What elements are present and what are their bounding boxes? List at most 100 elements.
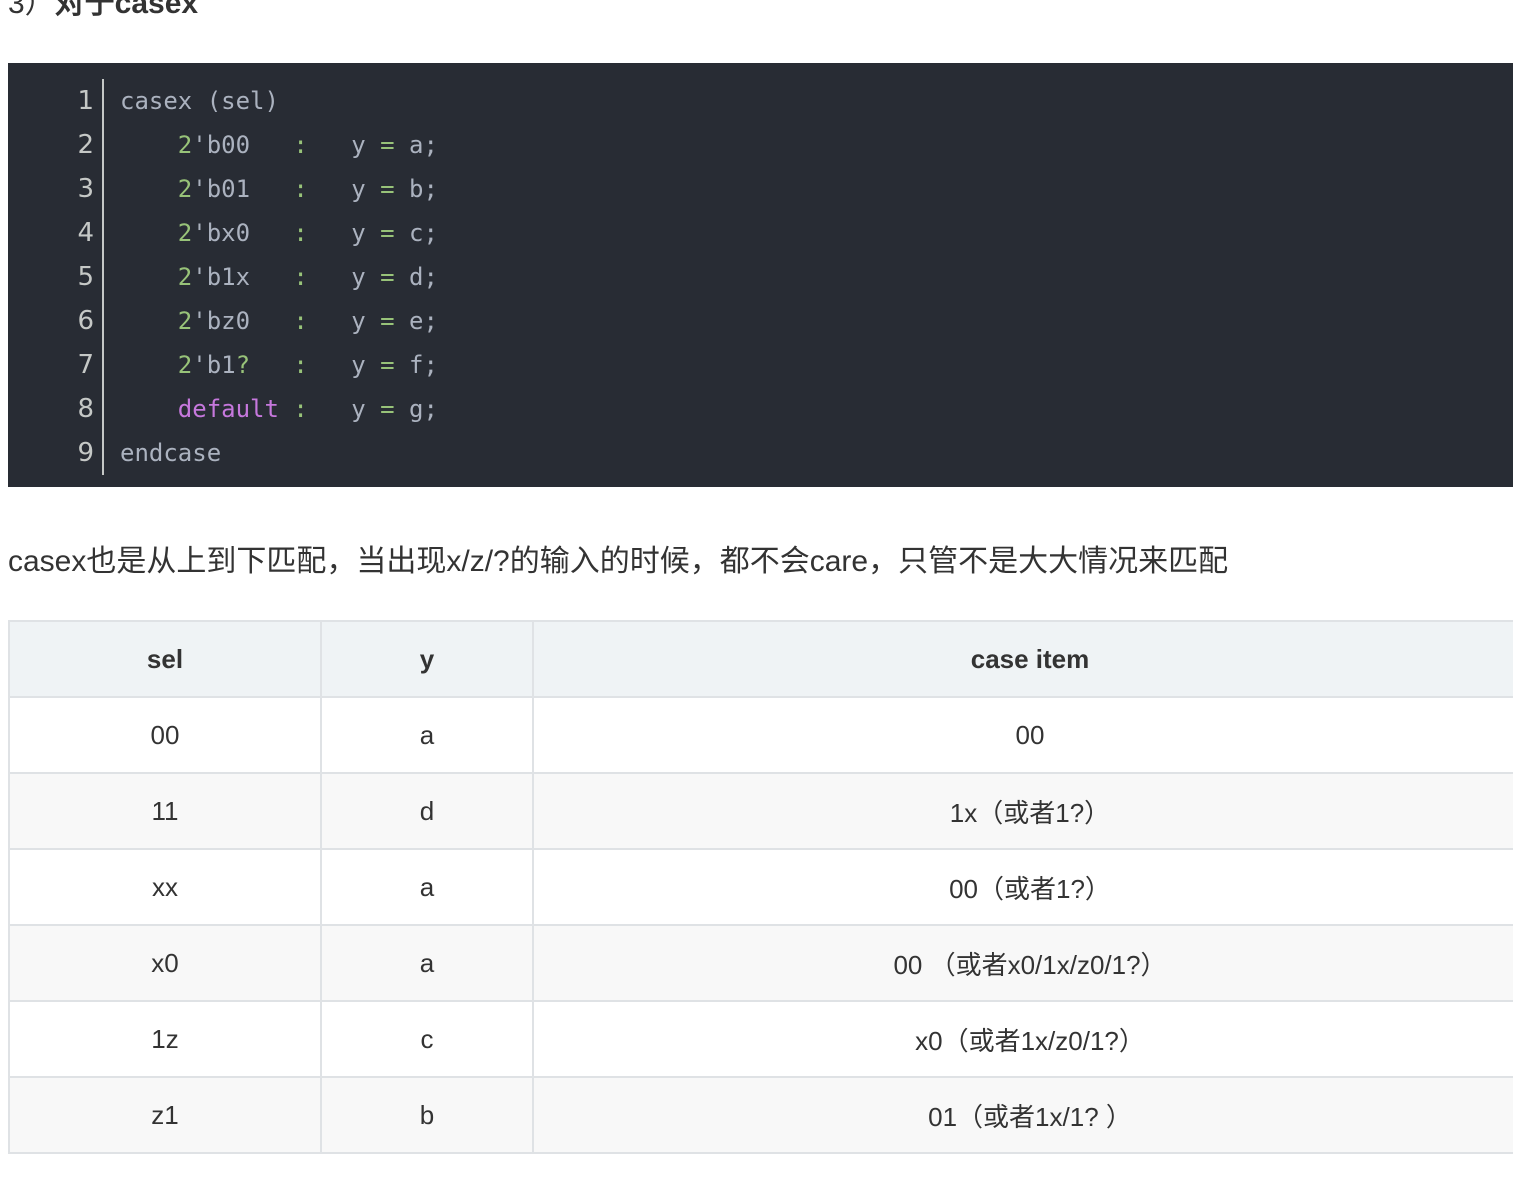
cell-sel: 00 <box>8 696 322 774</box>
code-token: casex (sel) <box>120 87 279 115</box>
table-row: 00 a 00 <box>8 696 1513 774</box>
description-paragraph: casex也是从上到下匹配，当出现x/z/?的输入的时候，都不会care，只管不… <box>8 545 1229 578</box>
code-token: endcase <box>120 439 222 467</box>
code-token: y <box>307 263 381 291</box>
code-token: y <box>307 307 381 335</box>
code-token: 'b01 <box>192 175 251 203</box>
code-line: casex (sel) <box>120 79 1513 123</box>
cell-y: c <box>320 1000 534 1078</box>
cell-y: d <box>320 772 534 850</box>
code-token: y <box>307 175 381 203</box>
line-number: 7 <box>77 350 94 380</box>
code-lines: casex (sel) 2'b00 : y = a; 2'b01 : y = b… <box>120 79 1513 475</box>
code-token: g; <box>394 395 438 423</box>
code-line: endcase <box>120 431 1513 475</box>
cell-y: a <box>320 848 534 926</box>
code-line: 2'b1? : y = f; <box>120 343 1513 387</box>
table-row: 11 d 1x（或者1?） <box>8 772 1513 850</box>
code-token: y <box>307 395 381 423</box>
casex-table: sel y case item 00 a 00 11 d 1x（或者1?） xx a 00（或者… <box>8 620 1513 1154</box>
code-token: 2 <box>177 307 193 335</box>
code-token: default <box>177 395 279 423</box>
cell-y: a <box>320 696 534 774</box>
code-token: = <box>380 351 395 379</box>
section-title: 对于casex <box>54 0 199 20</box>
table-header-row: sel y case item <box>8 620 1513 698</box>
line-number: 3 <box>77 174 94 204</box>
code-token: 'bx0 <box>192 219 251 247</box>
line-number: 8 <box>77 394 94 424</box>
code-token: = <box>380 263 395 291</box>
code-token: = <box>380 131 395 159</box>
code-token: : <box>293 263 308 291</box>
cell-case-item: 00 <box>532 696 1513 774</box>
line-number: 9 <box>77 438 94 468</box>
code-token: c; <box>394 219 438 247</box>
code-token: y <box>307 351 381 379</box>
cell-y: a <box>320 924 534 1002</box>
code-token: : <box>293 307 308 335</box>
cell-case-item: 00（或者1?） <box>532 848 1513 926</box>
code-token: : <box>293 351 308 379</box>
code-token: ? <box>235 351 251 379</box>
code-block: 123456789 casex (sel) 2'b00 : y = a; 2'b… <box>8 63 1513 487</box>
table-row: z1 b 01（或者1x/1? ） <box>8 1076 1513 1154</box>
code-token: = <box>380 219 395 247</box>
code-line: 2'bz0 : y = e; <box>120 299 1513 343</box>
code-line: 2'b01 : y = b; <box>120 167 1513 211</box>
code-line: 2'bx0 : y = c; <box>120 211 1513 255</box>
line-number-gutter: 1 2 3 4 5 6 7 8 9 <box>8 79 104 475</box>
code-token: 'bz0 <box>192 307 251 335</box>
cell-sel: 1z <box>8 1000 322 1078</box>
code-token: : <box>293 175 308 203</box>
cell-case-item: 1x（或者1?） <box>532 772 1513 850</box>
cell-sel: xx <box>8 848 322 926</box>
cell-case-item: x0（或者1x/z0/1?） <box>532 1000 1513 1078</box>
cell-case-item: 01（或者1x/1? ） <box>532 1076 1513 1154</box>
code-token: 2 <box>177 131 193 159</box>
code-token: = <box>380 175 395 203</box>
table-body: 00 a 00 11 d 1x（或者1?） xx a 00（或者1?） x0 a 00 （或者x0/1… <box>8 696 1513 1154</box>
code-token: y <box>307 131 381 159</box>
code-token: f; <box>394 351 438 379</box>
code-token: 'b00 <box>192 131 251 159</box>
code-token: = <box>380 395 395 423</box>
code-line: 2'b1x : y = d; <box>120 255 1513 299</box>
section-heading: 3）对于casex <box>8 0 198 22</box>
code-token: a; <box>394 131 438 159</box>
line-number: 4 <box>77 218 94 248</box>
line-number: 2 <box>77 130 94 160</box>
code-token: d; <box>394 263 438 291</box>
cell-sel: 11 <box>8 772 322 850</box>
code-token: y <box>307 219 381 247</box>
line-number: 1 <box>77 86 94 116</box>
code-token: 'b1 <box>192 351 236 379</box>
code-line: default : y = g; <box>120 387 1513 431</box>
cell-y: b <box>320 1076 534 1154</box>
code-token: = <box>380 307 395 335</box>
line-number: 5 <box>77 262 94 292</box>
code-token: : <box>293 395 308 423</box>
code-token: b; <box>394 175 438 203</box>
table-row: xx a 00（或者1?） <box>8 848 1513 926</box>
code-token: : <box>293 219 308 247</box>
code-line: 2'b00 : y = a; <box>120 123 1513 167</box>
code-token: 2 <box>177 351 193 379</box>
code-token: 2 <box>177 219 193 247</box>
header-case-item: case item <box>532 620 1513 698</box>
cell-case-item: 00 （或者x0/1x/z0/1?） <box>532 924 1513 1002</box>
code-token: 2 <box>177 175 193 203</box>
